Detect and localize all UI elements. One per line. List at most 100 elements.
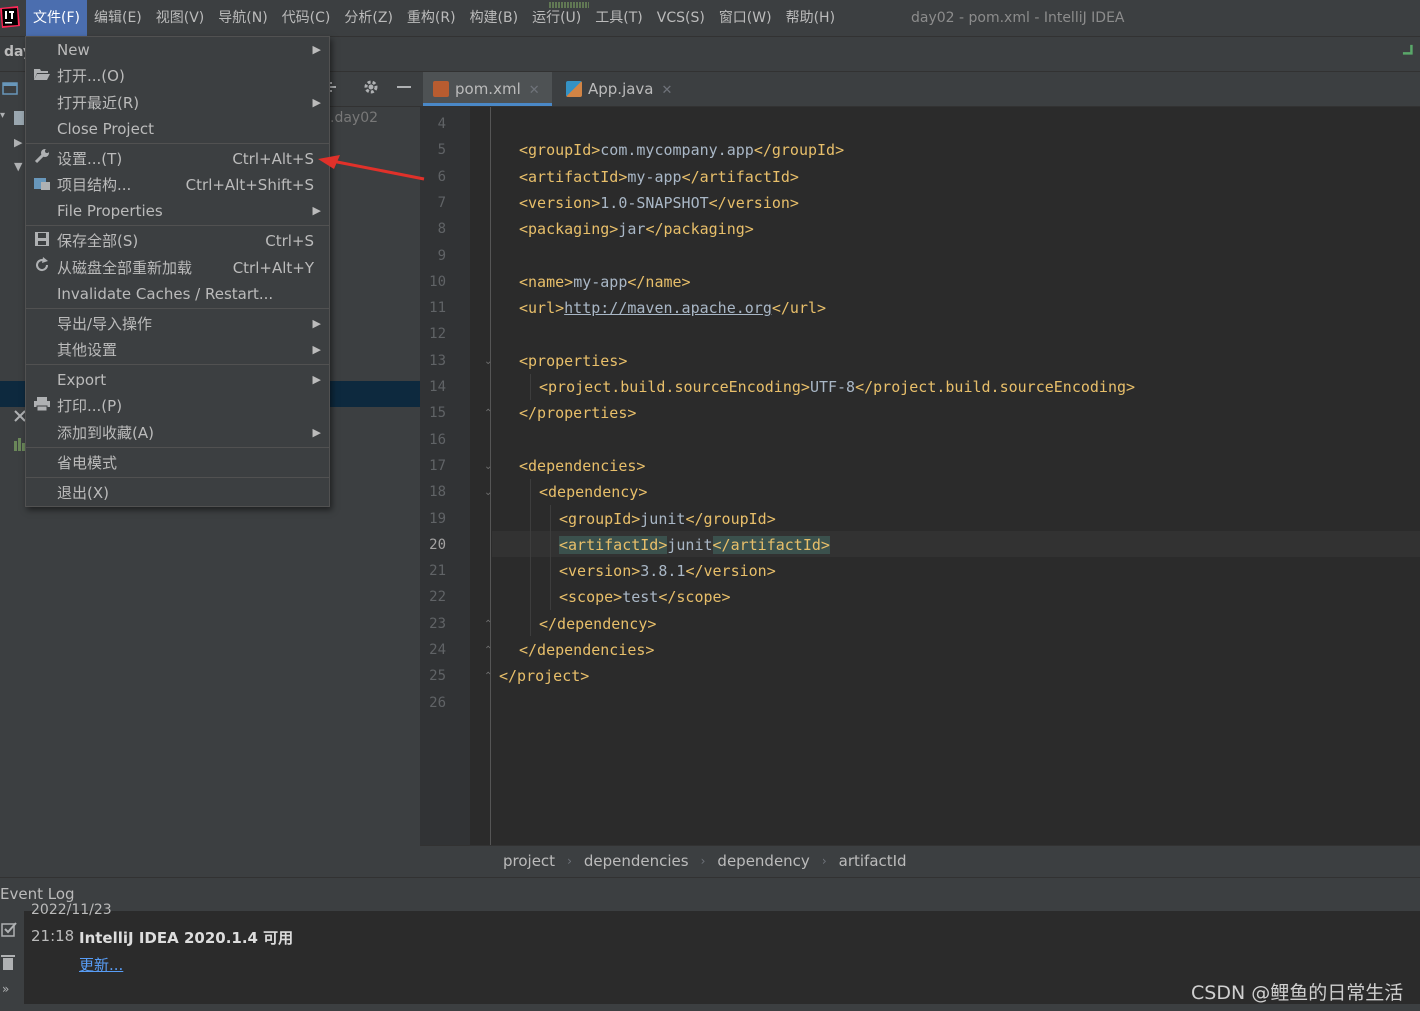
line-number: 8 xyxy=(437,221,446,238)
code-text: junit xyxy=(667,535,713,554)
code-tag: </properties> xyxy=(519,404,637,423)
file-menu-item[interactable]: New ▶ xyxy=(26,37,329,63)
code-line[interactable]: </project> xyxy=(499,663,589,689)
breadcrumb-item[interactable]: project xyxy=(503,845,555,877)
file-menu-item[interactable]: File Properties ▶ xyxy=(26,198,329,224)
menu-item-shortcut: Ctrl+Alt+S xyxy=(232,150,314,168)
menu-item[interactable]: 构建(B) xyxy=(463,0,526,36)
file-menu-item[interactable]: 导出/导入操作 ▶ xyxy=(26,311,329,337)
code-link[interactable]: http://maven.apache.org xyxy=(564,299,772,317)
build-arrow-icon[interactable] xyxy=(1402,42,1418,62)
fold-marker-icon[interactable]: ⌃ xyxy=(484,619,495,630)
menu-item[interactable]: 窗口(W) xyxy=(712,0,779,36)
fold-marker-icon[interactable]: ⌄ xyxy=(484,461,495,472)
file-menu-item[interactable]: 省电模式 xyxy=(26,450,329,476)
fold-marker-icon[interactable]: ⌃ xyxy=(484,671,495,682)
menu-item[interactable]: 运行(U) xyxy=(525,0,588,36)
save-icon xyxy=(32,228,52,254)
project-view-icon[interactable] xyxy=(2,80,18,101)
more-icon[interactable]: » xyxy=(2,982,9,996)
line-number: 15 xyxy=(429,405,446,422)
file-menu-item[interactable]: Export ▶ xyxy=(26,367,329,393)
code-line[interactable]: <name>my-app</name> xyxy=(519,269,691,295)
menu-item[interactable]: 重构(R) xyxy=(400,0,463,36)
menu-item[interactable]: 工具(T) xyxy=(588,0,649,36)
code-text: test xyxy=(622,588,659,607)
tab-pom-xml[interactable]: pom.xml ✕ xyxy=(423,72,552,106)
line-number: 16 xyxy=(429,431,446,448)
fold-marker-icon[interactable]: ⌃ xyxy=(484,408,495,419)
breadcrumb: project › dependencies › dependency › artifact… xyxy=(503,845,907,877)
log-date: 2022/11/23 xyxy=(31,902,112,918)
code-line[interactable]: <url>http://maven.apache.org</url> xyxy=(519,295,826,321)
gear-icon[interactable] xyxy=(362,78,380,101)
collapse-arrow-icon[interactable]: ▶ xyxy=(14,136,22,149)
code-text: 1.0-SNAPSHOT xyxy=(600,193,709,212)
close-icon[interactable]: ✕ xyxy=(529,83,540,98)
menu-item[interactable]: VCS(S) xyxy=(650,0,712,36)
mark-read-icon[interactable] xyxy=(1,921,17,942)
code-line[interactable]: </dependencies> xyxy=(519,637,654,663)
menu-item[interactable]: 文件(F) xyxy=(26,0,87,36)
file-menu-item[interactable]: 从磁盘全部重新加载 Ctrl+Alt+Y xyxy=(26,255,329,281)
code-tag: <dependency> xyxy=(539,483,648,502)
file-menu-item[interactable]: 添加到收藏(A) ▶ xyxy=(26,420,329,446)
file-menu-item[interactable]: 设置...(T) Ctrl+Alt+S xyxy=(26,146,329,172)
print-icon xyxy=(32,393,52,419)
close-icon[interactable]: ✕ xyxy=(662,83,673,98)
folder-open-icon xyxy=(32,63,52,89)
breadcrumb-item[interactable]: artifactId xyxy=(839,845,907,877)
trash-icon[interactable] xyxy=(1,954,15,975)
menu-item[interactable]: 代码(C) xyxy=(275,0,338,36)
code-line[interactable]: </dependency> xyxy=(539,611,656,637)
line-number: 12 xyxy=(429,326,446,343)
breadcrumb-item[interactable]: dependencies xyxy=(584,845,689,877)
menu-item-label: 设置...(T) xyxy=(57,150,123,168)
submenu-arrow-icon: ▶ xyxy=(312,373,321,386)
breadcrumb-item[interactable]: dependency xyxy=(717,845,809,877)
line-number: 14 xyxy=(429,379,446,395)
code-tag: <url> xyxy=(519,299,565,318)
code-line[interactable]: </properties> xyxy=(519,400,636,426)
file-menu-item[interactable]: 项目结构... Ctrl+Alt+Shift+S xyxy=(26,172,329,198)
code-line[interactable]: <groupId>junit</groupId> xyxy=(559,506,776,532)
tab-app-java[interactable]: App.java ✕ xyxy=(556,72,682,106)
code-line[interactable]: <project.build.sourceEncoding>UTF-8</pro… xyxy=(539,374,1135,400)
annotation-arrow xyxy=(318,155,425,181)
file-menu-item[interactable]: 打开最近(R) ▶ xyxy=(26,90,329,116)
code-tag: <dependencies> xyxy=(519,456,646,475)
code-tag: <version> xyxy=(559,562,641,581)
code-line[interactable]: <dependencies> xyxy=(519,453,645,479)
code-line[interactable]: <packaging>jar</packaging> xyxy=(519,216,754,242)
fold-marker-icon[interactable]: ⌃ xyxy=(484,645,495,656)
file-menu-item[interactable]: 打开...(O) xyxy=(26,63,329,89)
expand-arrow-icon[interactable]: ▾ xyxy=(0,110,5,121)
code-line[interactable]: <scope>test</scope> xyxy=(559,584,731,610)
file-menu-item[interactable]: 其他设置 ▶ xyxy=(26,337,329,363)
menu-item[interactable]: 帮助(H) xyxy=(779,0,842,36)
expand-arrow-icon[interactable]: ▼ xyxy=(14,160,22,173)
fold-marker-icon[interactable]: ⌄ xyxy=(484,356,495,367)
code-line[interactable]: <version>3.8.1</version> xyxy=(559,558,776,584)
code-line[interactable]: <artifactId>junit</artifactId> xyxy=(559,532,830,558)
file-menu-item[interactable]: 保存全部(S) Ctrl+S xyxy=(26,228,329,254)
file-menu-item[interactable]: 退出(X) xyxy=(26,480,329,506)
line-number: 4 xyxy=(437,116,446,132)
update-link[interactable]: 更新... xyxy=(79,954,123,975)
code-line[interactable]: <dependency> xyxy=(539,479,647,505)
hide-panel-icon[interactable] xyxy=(396,78,412,101)
menu-separator xyxy=(26,143,329,144)
file-menu-item[interactable]: 打印...(P) xyxy=(26,393,329,419)
code-line[interactable]: <version>1.0-SNAPSHOT</version> xyxy=(519,190,799,216)
fold-marker-icon[interactable]: ⌄ xyxy=(484,487,495,498)
code-line[interactable]: <properties> xyxy=(519,348,627,374)
submenu-arrow-icon: ▶ xyxy=(312,204,321,217)
menu-item[interactable]: 编辑(E) xyxy=(87,0,149,36)
menu-item[interactable]: 分析(Z) xyxy=(337,0,400,36)
code-line[interactable]: <groupId>com.mycompany.app</groupId> xyxy=(519,137,844,163)
code-line[interactable]: <artifactId>my-app</artifactId> xyxy=(519,164,799,190)
menu-item[interactable]: 视图(V) xyxy=(149,0,212,36)
menu-item[interactable]: 导航(N) xyxy=(211,0,274,36)
file-menu-item[interactable]: Close Project xyxy=(26,116,329,142)
file-menu-item[interactable]: Invalidate Caches / Restart... xyxy=(26,281,329,307)
